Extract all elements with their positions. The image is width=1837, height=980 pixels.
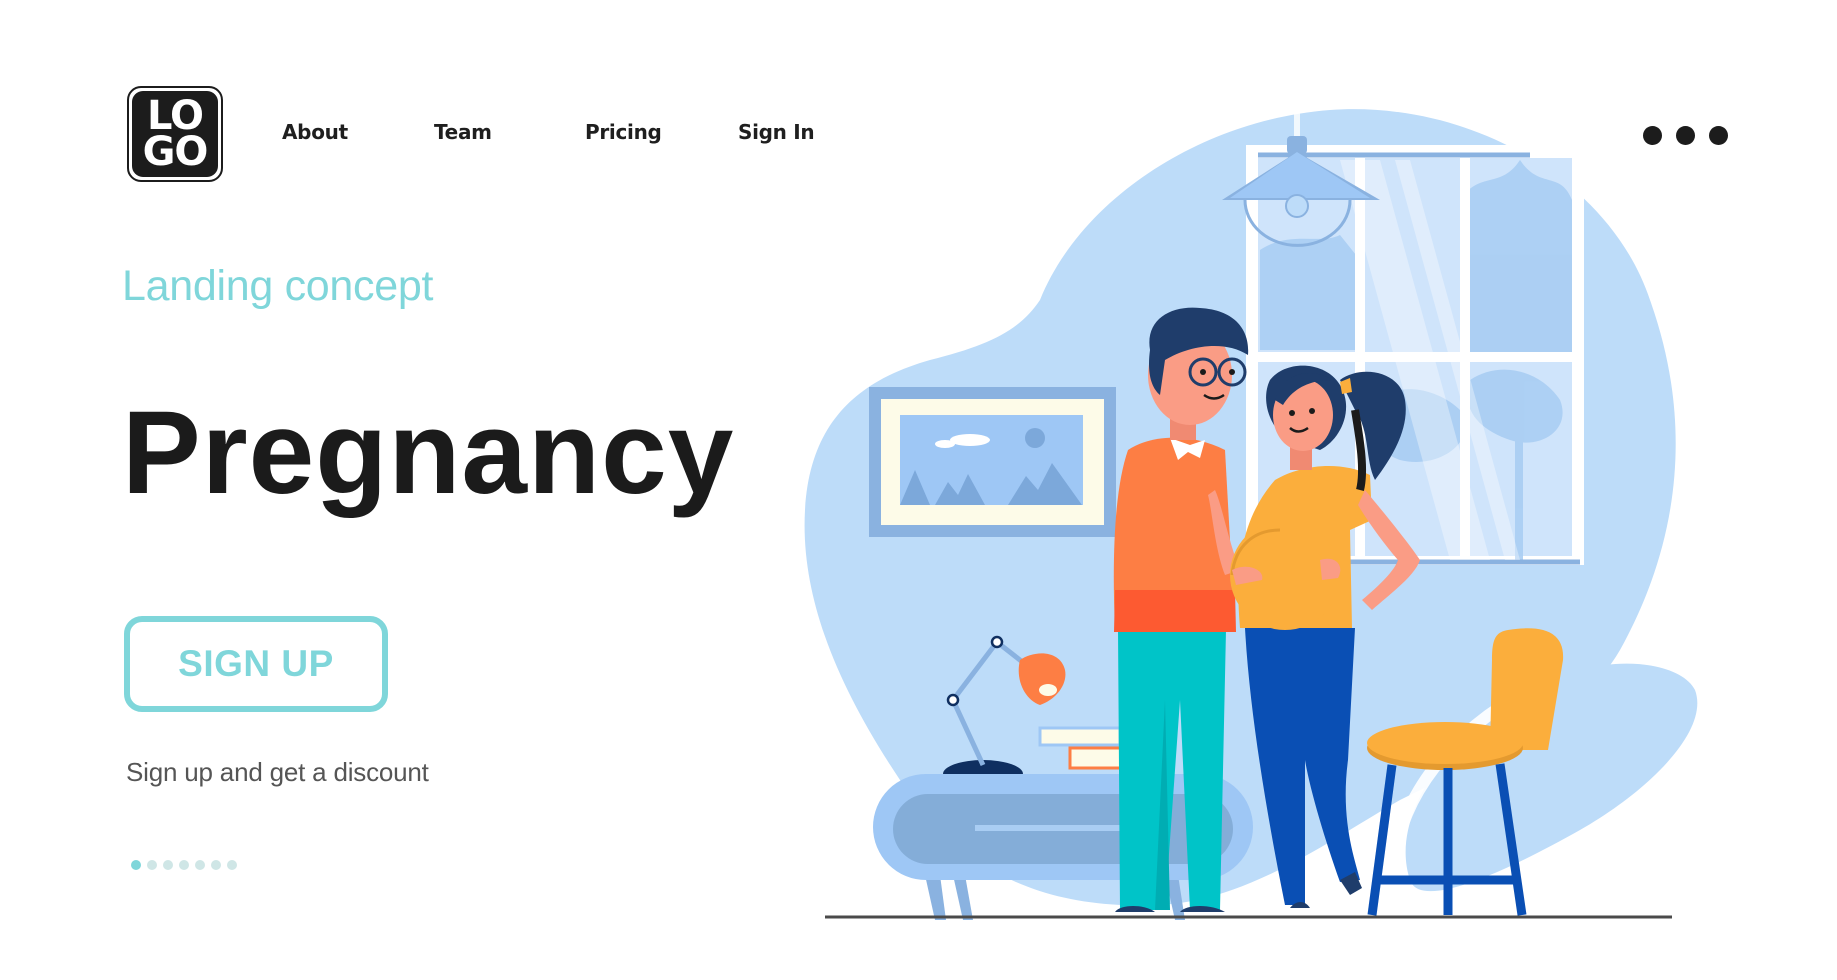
carousel-dot[interactable] xyxy=(211,860,221,870)
landing-page: LO GO About Team Pricing Sign In Landing… xyxy=(0,0,1837,980)
logo-line-2: GO xyxy=(142,129,209,175)
background-blob-small xyxy=(1405,663,1698,892)
ceiling-lamp xyxy=(1222,80,1380,247)
cabinet xyxy=(873,774,1253,920)
page-title: Pregnancy xyxy=(122,387,735,519)
desk-lamp xyxy=(943,635,1066,774)
woman-figure xyxy=(1230,365,1420,908)
nav-pricing[interactable]: Pricing xyxy=(585,120,662,144)
carousel-dot[interactable] xyxy=(227,860,237,870)
logo-mark: LO GO xyxy=(132,91,218,177)
nav-about[interactable]: About xyxy=(282,120,348,144)
nav-team[interactable]: Team xyxy=(434,120,492,144)
more-menu-button[interactable] xyxy=(1643,126,1728,145)
background-blob xyxy=(804,109,1676,906)
carousel-dot[interactable] xyxy=(195,860,205,870)
logo[interactable]: LO GO xyxy=(127,86,223,182)
carousel-pagination xyxy=(131,860,237,870)
man-figure xyxy=(1113,307,1249,912)
more-dot-icon xyxy=(1709,126,1728,145)
signup-caption: Sign up and get a discount xyxy=(126,757,429,787)
carousel-dot[interactable] xyxy=(147,860,157,870)
nav-sign-in[interactable]: Sign In xyxy=(738,120,815,144)
framed-picture xyxy=(869,387,1116,537)
carousel-dot[interactable] xyxy=(163,860,173,870)
hero-subtitle: Landing concept xyxy=(122,262,434,310)
more-dot-icon xyxy=(1643,126,1662,145)
sign-up-button[interactable]: SIGN UP xyxy=(124,616,388,712)
chair xyxy=(1367,628,1564,916)
carousel-dot[interactable] xyxy=(179,860,189,870)
window xyxy=(1246,145,1584,565)
books xyxy=(1038,726,1167,770)
carousel-dot-active[interactable] xyxy=(131,860,141,870)
more-dot-icon xyxy=(1676,126,1695,145)
